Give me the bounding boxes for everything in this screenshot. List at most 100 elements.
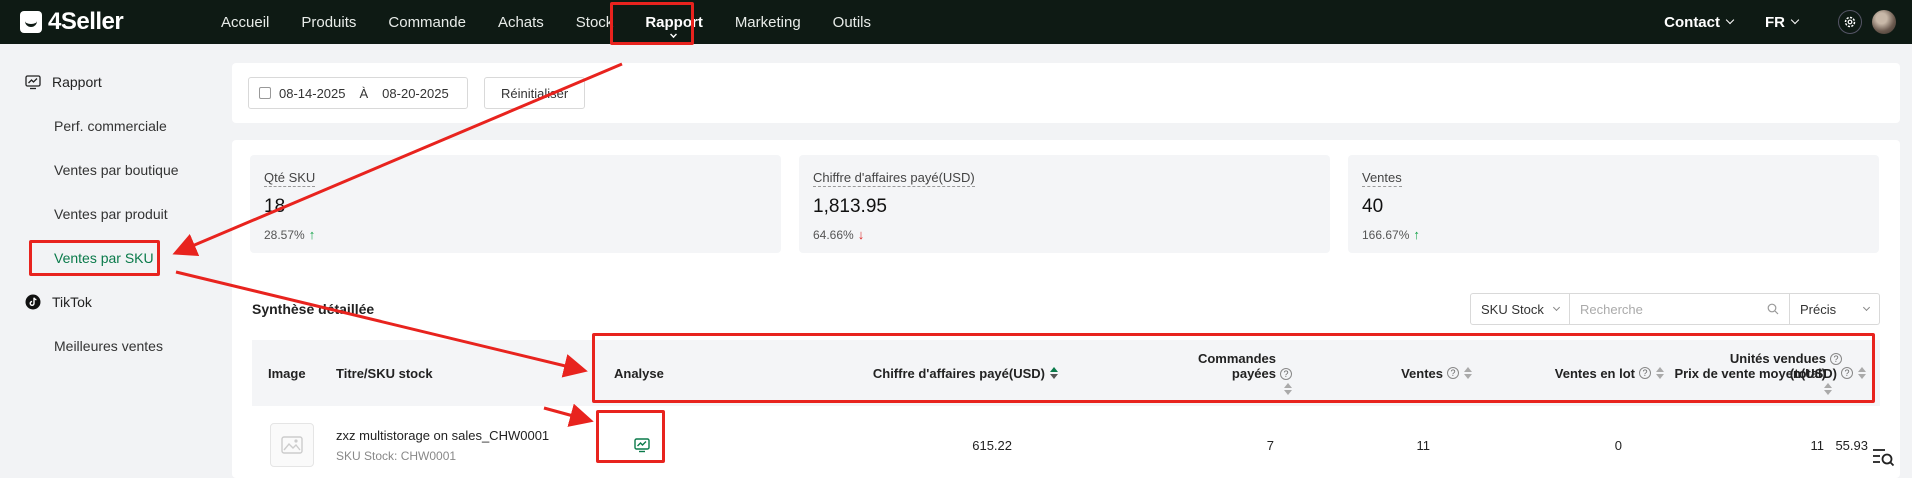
language-label: FR [1765,13,1785,31]
summary-cards: Qté SKU 18 28.57% ↑ Chiffre d'affaires p… [250,155,1879,253]
col-avg-price-header[interactable]: Prix de vente moyen(USD) ? [1622,340,1866,406]
search-input[interactable]: Recherche [1570,293,1790,325]
card-value: 40 [1362,196,1384,217]
match-mode-select[interactable]: Précis [1790,293,1880,325]
row-title: zxz multistorage on sales_CHW0001 SKU St… [336,412,549,478]
help-icon[interactable]: ? [1280,367,1292,380]
col-revenue-label: Chiffre d'affaires payé(USD) [872,365,1045,381]
contact-label: Contact [1664,13,1720,31]
tiktok-icon [24,293,42,311]
summary-card-revenue: Chiffre d'affaires payé(USD) 1,813.95 64… [799,155,1330,253]
sidebar-group-tiktok[interactable]: TikTok [0,280,220,324]
col-orders-label: Commandes [1197,351,1276,366]
table-search: SKU Stock Recherche Précis [1470,293,1880,325]
search-placeholder: Recherche [1580,301,1643,317]
arrow-up-icon: ↑ [308,227,316,242]
gear-icon [1844,16,1856,28]
card-title[interactable]: Ventes [1362,170,1402,187]
search-icon [1767,303,1779,315]
row-image [270,412,314,478]
col-sales-label: Ventes [1401,365,1443,381]
nav-produits[interactable]: Produits [285,0,372,44]
nav-stock[interactable]: Stock [560,0,630,44]
card-trend: 166.67% ↑ [1362,227,1865,242]
settings-button[interactable] [1838,10,1862,34]
brand-logo[interactable]: 4Seller [20,8,205,36]
summary-card-sku-qty: Qté SKU 18 28.57% ↑ [250,155,781,253]
cell-orders: 7 [1266,437,1274,453]
card-value: 1,813.95 [813,196,887,217]
cell-avg-price: 55.93 [1835,437,1868,453]
chevron-down-icon [670,31,678,38]
col-title: Titre/SKU stock [336,365,433,381]
card-title[interactable]: Chiffre d'affaires payé(USD) [813,170,975,187]
sidebar-group-label: Rapport [52,74,102,90]
nav-rapport[interactable]: Rapport [629,0,719,44]
chevron-down-icon [1552,303,1561,312]
contact-menu[interactable]: Contact [1648,14,1749,31]
sidebar-item-perf-commerciale[interactable]: Perf. commerciale [0,104,220,148]
chevron-down-icon [1790,15,1800,25]
sort-icon[interactable] [1284,383,1292,395]
product-sku: SKU Stock: CHW0001 [336,448,457,463]
date-range-picker[interactable]: 08-14-2025 À 08-20-2025 [248,77,468,109]
chevron-down-icon [1725,15,1735,25]
nav-outils[interactable]: Outils [817,0,887,44]
col-analysis: Analyse [614,365,664,381]
sidebar-item-ventes-par-produit[interactable]: Ventes par produit [0,192,220,236]
menu-search-icon [1873,449,1895,467]
cell-sales: 11 [1416,437,1431,453]
search-field-value: SKU Stock [1481,301,1544,317]
sort-icon[interactable] [1858,367,1866,379]
nav-accueil[interactable]: Accueil [205,0,285,44]
card-title[interactable]: Qté SKU [264,170,316,187]
brand-name: 4Seller [48,8,124,35]
floating-menu-button[interactable] [1868,442,1898,472]
col-sales[interactable]: Ventes ? [1292,340,1472,406]
card-trend: 64.66% ↓ [813,227,1316,242]
arrow-up-icon: ↑ [1413,227,1420,242]
search-field-select[interactable]: SKU Stock [1470,293,1570,325]
sidebar: Rapport Perf. commerciale Ventes par bou… [0,44,220,478]
col-orders-label-2: payées [1231,366,1276,381]
arrow-down-icon: ↓ [857,227,865,242]
language-menu[interactable]: FR [1749,14,1814,31]
sidebar-group-label: TikTok [52,294,92,310]
cell-bundle-sales: 0 [1614,437,1622,453]
help-icon[interactable]: ? [1841,367,1853,379]
report-panel: Qté SKU 18 28.57% ↑ Chiffre d'affaires p… [232,140,1900,478]
col-avg-price-label: Prix de vente moyen(USD) [1674,365,1837,381]
sidebar-item-meilleures-ventes[interactable]: Meilleures ventes [0,324,220,368]
col-orders[interactable]: Commandes payées ? [1052,340,1292,406]
filter-bar: 08-14-2025 À 08-20-2025 Réinitialiser [232,63,1900,123]
nav-achats[interactable]: Achats [482,0,560,44]
section-title: Synthèse détaillée [252,301,375,317]
sidebar-item-ventes-par-boutique[interactable]: Ventes par boutique [0,148,220,192]
top-navbar: 4Seller Accueil Produits Commande Achats… [0,0,1912,44]
sort-icon[interactable] [1464,367,1472,379]
card-change: 28.57% [264,227,305,242]
main-nav: Accueil Produits Commande Achats Stock R… [205,0,887,44]
image-placeholder-icon [270,423,314,467]
help-icon[interactable]: ? [1447,367,1459,379]
nav-marketing[interactable]: Marketing [719,0,817,44]
product-title[interactable]: zxz multistorage on sales_CHW0001 [336,428,549,443]
sidebar-item-ventes-par-sku[interactable]: Ventes par SKU [0,236,220,280]
card-change: 64.66% [813,227,854,242]
analysis-chart-icon [634,438,650,453]
nav-commande[interactable]: Commande [372,0,482,44]
logo-icon [20,11,42,33]
analysis-button[interactable] [634,412,650,478]
reset-button[interactable]: Réinitialiser [484,77,586,109]
table-row[interactable]: zxz multistorage on sales_CHW0001 SKU St… [252,412,1880,478]
date-end: 08-20-2025 [382,85,449,101]
sidebar-group-rapport[interactable]: Rapport [0,60,220,104]
user-avatar[interactable] [1872,10,1896,34]
match-mode-value: Précis [1800,301,1837,317]
card-value: 18 [264,196,286,217]
col-revenue[interactable]: Chiffre d'affaires payé(USD) [722,340,1058,406]
cell-revenue: 615.22 [972,437,1012,453]
chevron-down-icon [1862,303,1871,312]
card-trend: 28.57% ↑ [264,227,767,242]
date-start: 08-14-2025 [279,85,346,101]
